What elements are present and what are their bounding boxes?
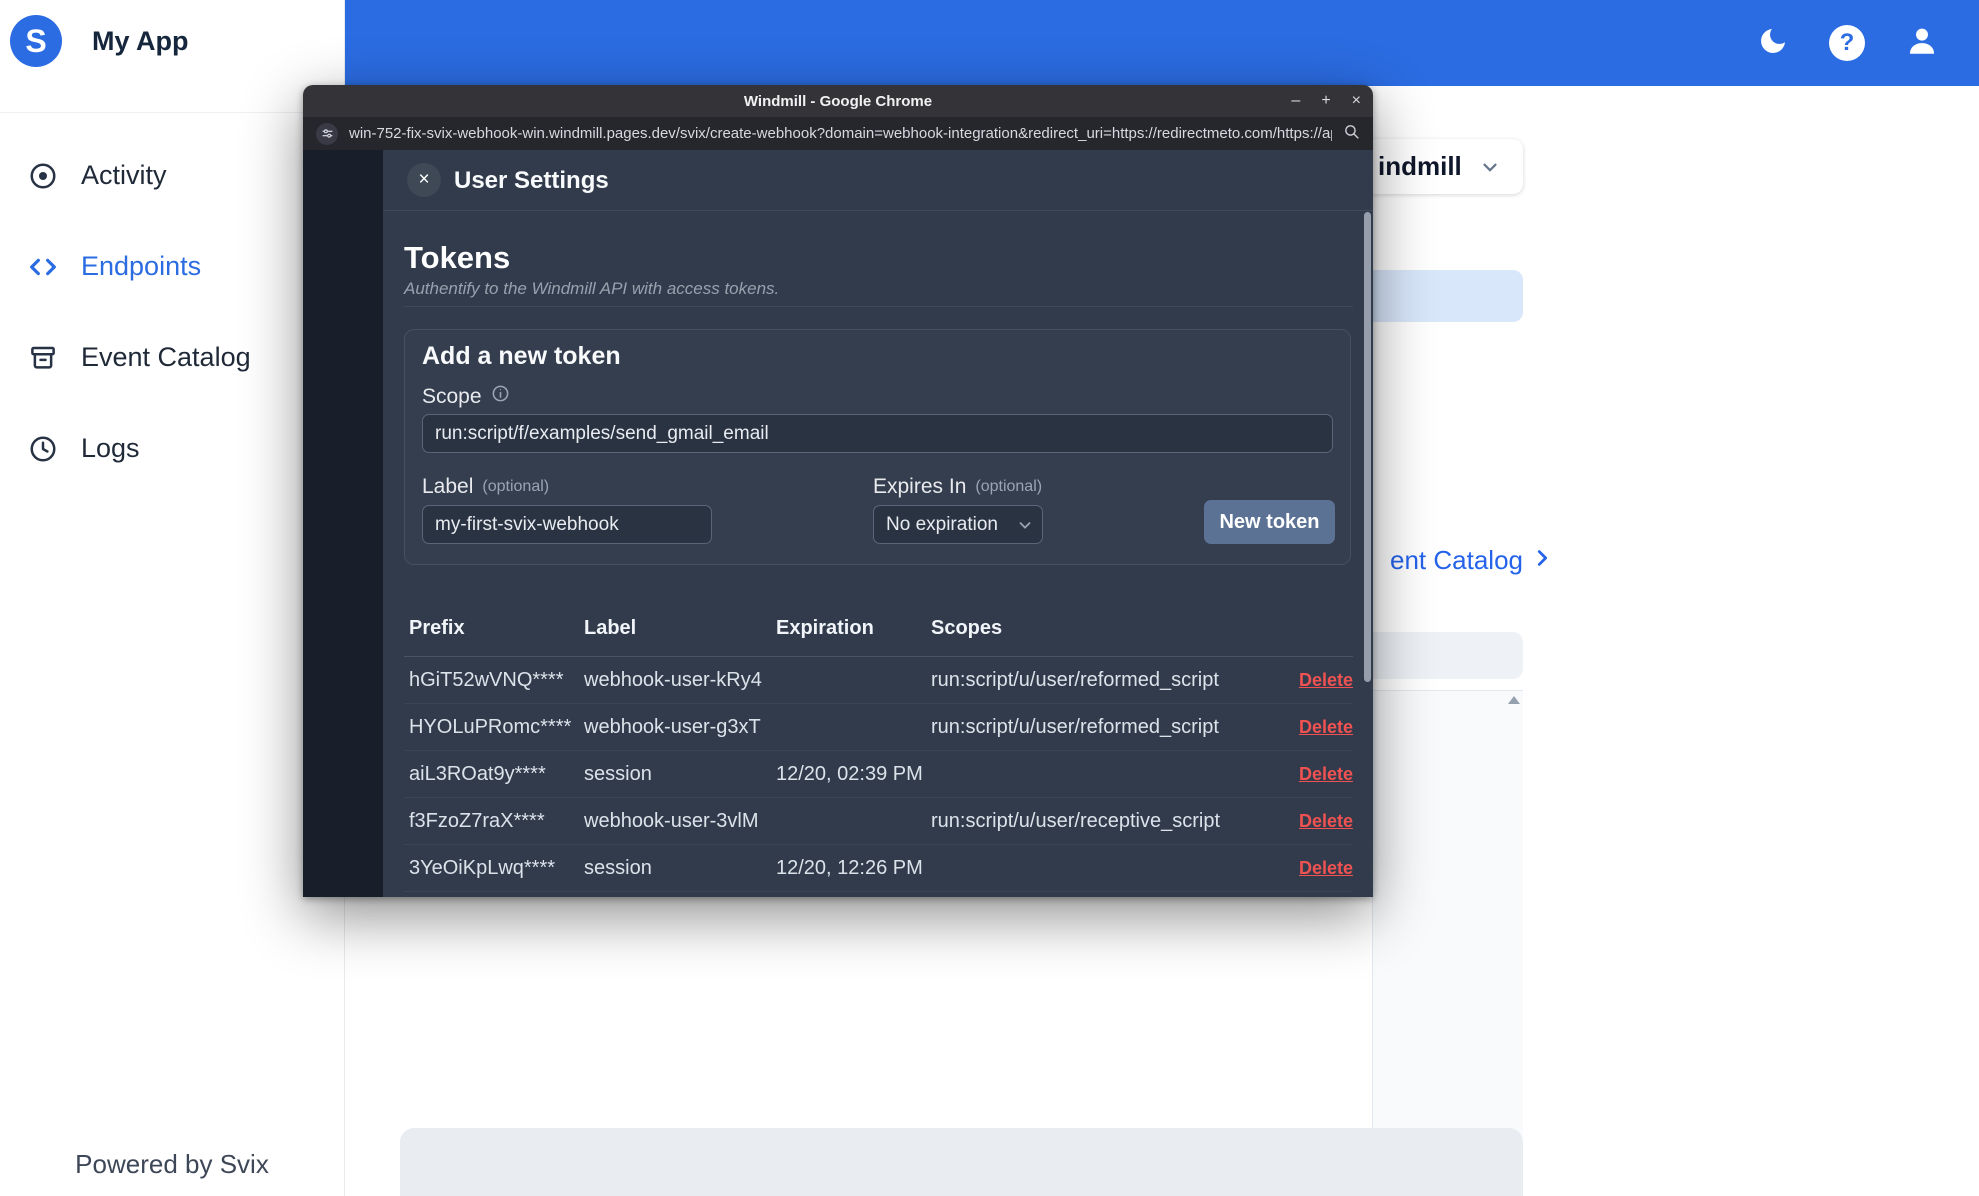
zoom-icon[interactable] bbox=[1343, 123, 1360, 145]
delete-token-link[interactable]: Delete bbox=[1299, 717, 1353, 737]
sidebar-item-label: Activity bbox=[81, 160, 167, 190]
tokens-section-title: Tokens bbox=[404, 240, 511, 275]
sidebar: S My App Activity Endpoints Event Catalo… bbox=[0, 0, 345, 1196]
help-icon[interactable]: ? bbox=[1829, 25, 1865, 61]
token-row: HYOLuPRomc**** webhook-user-g3xT run:scr… bbox=[404, 704, 1353, 751]
modal-scrollbar[interactable] bbox=[1364, 212, 1371, 682]
delete-token-link[interactable]: Delete bbox=[1299, 670, 1353, 690]
dark-mode-toggle-moon-icon[interactable] bbox=[1757, 25, 1789, 62]
app-title: My App bbox=[92, 26, 189, 56]
window-title: Windmill - Google Chrome bbox=[743, 92, 933, 110]
label-field-label: Label (optional) bbox=[422, 475, 550, 498]
minimize-button[interactable]: – bbox=[1291, 93, 1300, 109]
screen: S My App Activity Endpoints Event Catalo… bbox=[0, 0, 1979, 1196]
close-window-button[interactable]: × bbox=[1352, 93, 1361, 109]
token-expiration: 12/20, 12:26 PM bbox=[776, 856, 923, 879]
info-icon[interactable] bbox=[491, 384, 510, 409]
token-row: 3YeOiKpLwq**** session 12/20, 12:26 PM D… bbox=[404, 845, 1353, 892]
scope-label: Scope bbox=[422, 384, 510, 409]
user-account-icon[interactable] bbox=[1905, 24, 1939, 63]
sidebar-item-activity[interactable]: Activity bbox=[0, 130, 344, 221]
powered-by-svix: Powered by Svix bbox=[75, 1149, 269, 1179]
sidebar-item-label: Endpoints bbox=[81, 251, 202, 281]
tokens-table: Prefix Label Expiration Scopes hGiT52wVN… bbox=[404, 600, 1353, 892]
token-expiration: 12/20, 02:39 PM bbox=[776, 762, 923, 785]
chrome-window: Windmill - Google Chrome – + × win-752-f… bbox=[303, 85, 1373, 897]
token-row: f3FzoZ7raX**** webhook-user-3vlM run:scr… bbox=[404, 798, 1353, 845]
new-token-button[interactable]: New token bbox=[1204, 500, 1335, 544]
token-prefix: HYOLuPRomc**** bbox=[409, 715, 572, 738]
add-token-card: Add a new token Scope Label (optional) bbox=[404, 329, 1351, 565]
token-row: hGiT52wVNQ**** webhook-user-kRy4 run:scr… bbox=[404, 657, 1353, 704]
url-text[interactable]: win-752-fix-svix-webhook-win.windmill.pa… bbox=[349, 125, 1332, 142]
token-label: webhook-user-g3xT bbox=[584, 715, 761, 738]
event-catalog-link-label: ent Catalog bbox=[1390, 545, 1523, 575]
window-titlebar[interactable]: Windmill - Google Chrome – + × bbox=[303, 85, 1373, 117]
sidebar-item-event-catalog[interactable]: Event Catalog bbox=[0, 312, 344, 403]
divider bbox=[383, 210, 1373, 211]
token-label: session bbox=[584, 856, 652, 879]
col-header-expiration: Expiration bbox=[776, 616, 874, 639]
modal-title: User Settings bbox=[454, 167, 609, 194]
scope-input[interactable] bbox=[422, 414, 1333, 453]
token-label: webhook-user-kRy4 bbox=[584, 668, 762, 691]
delete-token-link[interactable]: Delete bbox=[1299, 858, 1353, 878]
event-catalog-icon bbox=[27, 342, 59, 374]
sidebar-item-logs[interactable]: Logs bbox=[0, 403, 344, 494]
token-row: aiL3ROat9y**** session 12/20, 02:39 PM D… bbox=[404, 751, 1353, 798]
col-header-prefix: Prefix bbox=[409, 616, 465, 639]
token-prefix: 3YeOiKpLwq**** bbox=[409, 856, 556, 879]
event-catalog-link[interactable]: ent Catalog bbox=[1390, 545, 1553, 576]
close-modal-button[interactable]: × bbox=[407, 163, 441, 197]
token-prefix: hGiT52wVNQ**** bbox=[409, 668, 564, 691]
modal-user-settings: × User Settings Tokens Authentify to the… bbox=[303, 150, 1373, 897]
delete-token-link[interactable]: Delete bbox=[1299, 764, 1353, 784]
maximize-button[interactable]: + bbox=[1321, 93, 1330, 109]
col-header-scopes: Scopes bbox=[931, 616, 1003, 639]
svix-logo-icon: S bbox=[10, 15, 62, 67]
tokens-section-subtitle: Authentify to the Windmill API with acce… bbox=[404, 279, 780, 298]
activity-icon bbox=[27, 160, 59, 192]
label-input[interactable] bbox=[422, 505, 712, 544]
expiration-select[interactable]: No expiration bbox=[873, 505, 1043, 544]
background-panel bbox=[1372, 690, 1523, 1196]
sidebar-item-endpoints[interactable]: Endpoints bbox=[0, 221, 344, 312]
chevron-right-icon bbox=[1531, 547, 1553, 574]
token-label: session bbox=[584, 762, 652, 785]
logs-icon bbox=[27, 433, 59, 465]
scroll-up-arrow-icon[interactable] bbox=[1508, 696, 1520, 704]
sidebar-item-label: Event Catalog bbox=[81, 342, 251, 372]
token-label: webhook-user-3vlM bbox=[584, 809, 759, 832]
chevron-down-icon bbox=[1479, 156, 1501, 183]
sidebar-item-label: Logs bbox=[81, 433, 140, 463]
sidebar-header: S My App bbox=[0, 0, 344, 113]
code-brackets-icon bbox=[27, 251, 59, 283]
token-scopes: run:script/u/user/receptive_script bbox=[931, 809, 1221, 832]
site-settings-icon[interactable] bbox=[316, 122, 338, 145]
divider bbox=[404, 306, 1353, 307]
token-prefix: f3FzoZ7raX**** bbox=[409, 809, 545, 832]
chevron-down-icon bbox=[1016, 516, 1034, 540]
url-bar: win-752-fix-svix-webhook-win.windmill.pa… bbox=[303, 117, 1373, 150]
background-bottom-panel bbox=[400, 1128, 1523, 1196]
token-scopes: run:script/u/user/reformed_script bbox=[931, 715, 1219, 738]
token-prefix: aiL3ROat9y**** bbox=[409, 762, 546, 785]
table-header-row: Prefix Label Expiration Scopes bbox=[404, 600, 1353, 657]
top-bar: ? bbox=[345, 0, 1979, 86]
app-background-strip bbox=[303, 150, 383, 897]
col-header-label: Label bbox=[584, 616, 637, 639]
add-token-title: Add a new token bbox=[422, 342, 621, 370]
expires-in-label: Expires In (optional) bbox=[873, 475, 1043, 498]
token-scopes: run:script/u/user/reformed_script bbox=[931, 668, 1219, 691]
sidebar-nav: Activity Endpoints Event Catalog Logs bbox=[0, 130, 344, 494]
delete-token-link[interactable]: Delete bbox=[1299, 811, 1353, 831]
